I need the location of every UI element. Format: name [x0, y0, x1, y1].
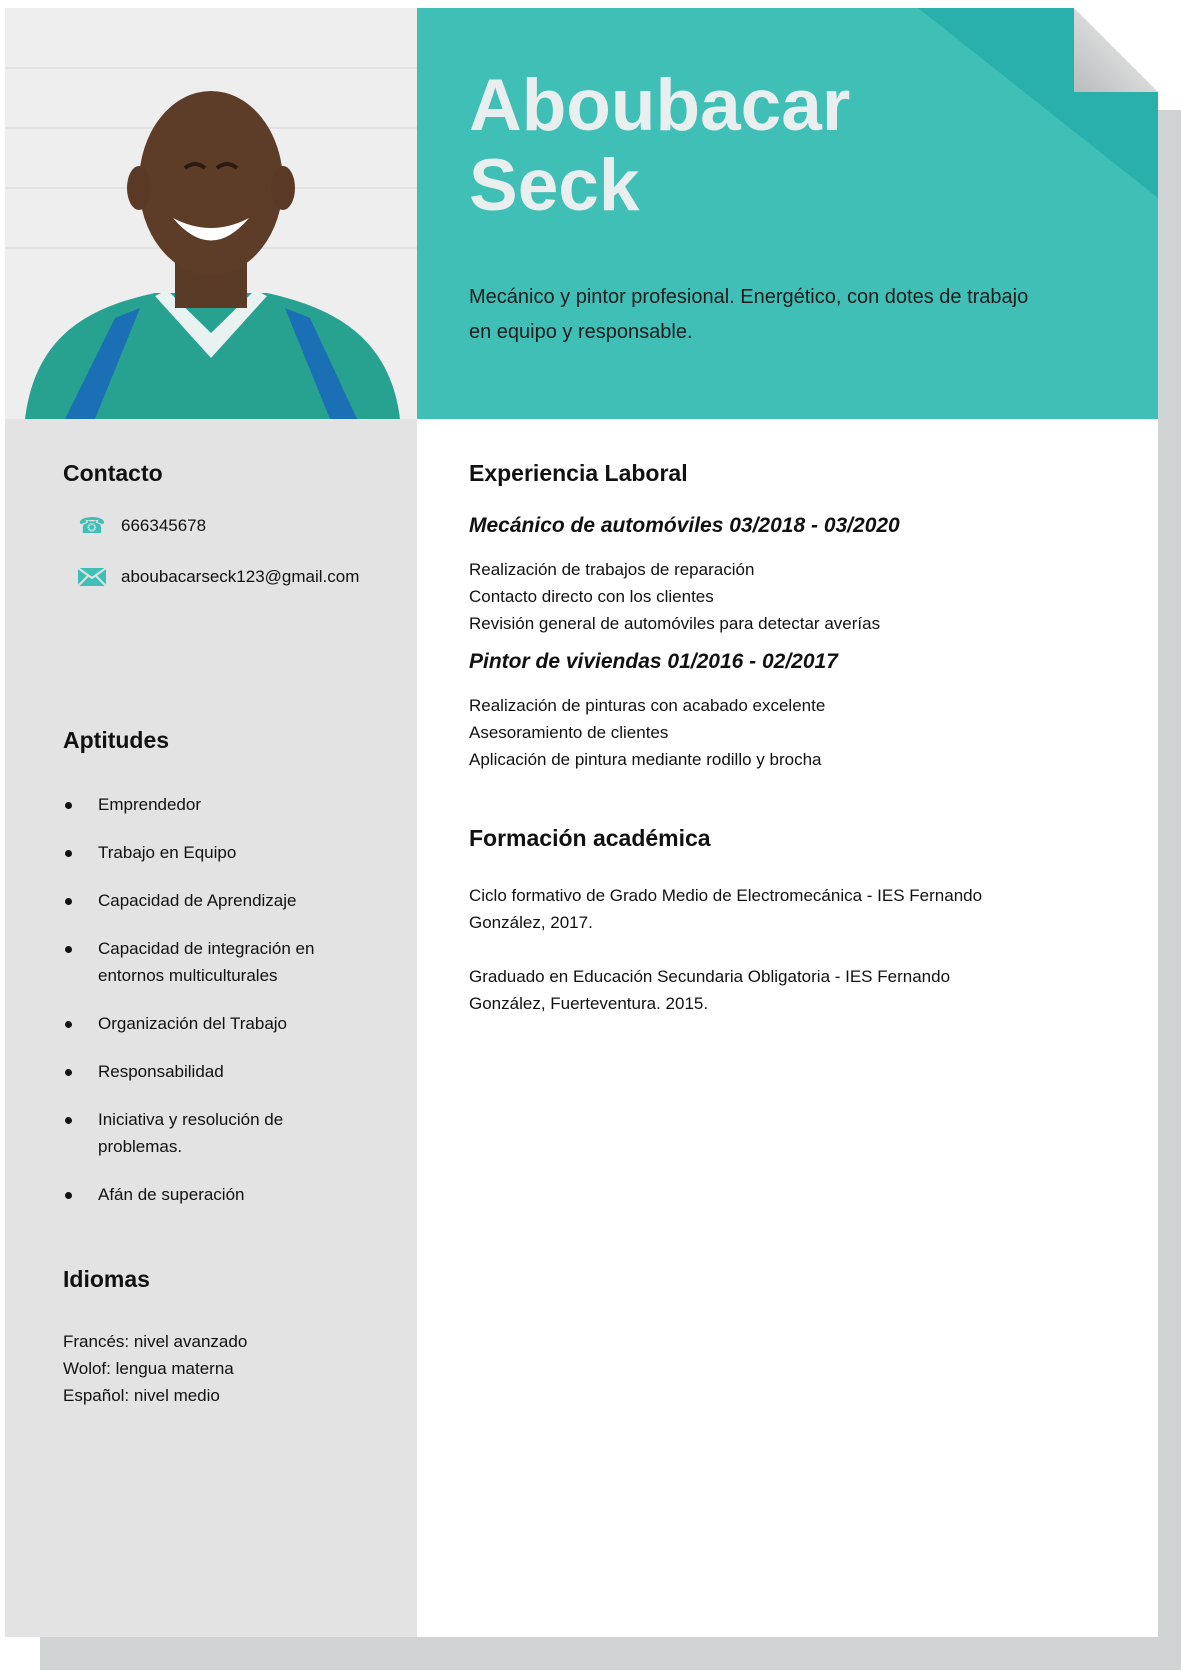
job-task: Realización de trabajos de reparación: [469, 560, 755, 579]
page-shadow-bottom: [40, 1637, 1181, 1670]
education-heading: Formación académica: [469, 825, 711, 851]
contact-phone-row: ☎ 666345678: [63, 513, 206, 539]
list-item: Capacidad de integración en entornos mul…: [63, 935, 323, 989]
candidate-name: Aboubacar Seck: [469, 66, 850, 226]
list-item: Organización del Trabajo: [63, 1010, 383, 1037]
contact-heading: Contacto: [63, 460, 163, 486]
email-address: aboubacarseck123@gmail.com: [121, 567, 360, 586]
list-item: Capacidad de Aprendizaje: [63, 887, 383, 914]
header-banner: Aboubacar Seck Mecánico y pintor profesi…: [417, 8, 1158, 419]
languages-list: Francés: nivel avanzado Wolof: lengua ma…: [63, 1328, 247, 1409]
job-title: Pintor de viviendas 01/2016 - 02/2017: [469, 650, 838, 673]
list-item: Emprendedor: [63, 791, 383, 818]
language-item: Francés: nivel avanzado: [63, 1332, 248, 1351]
envelope-icon: [63, 568, 121, 586]
language-item: Español: nivel medio: [63, 1386, 220, 1405]
job-title: Mecánico de automóviles 03/2018 - 03/202…: [469, 514, 900, 537]
resume-page: Contacto ☎ 666345678 aboubacarseck123@gm…: [5, 8, 1158, 1637]
last-name: Seck: [469, 145, 640, 226]
list-item: Trabajo en Equipo: [63, 839, 383, 866]
job-task: Realización de pinturas con acabado exce…: [469, 696, 826, 715]
list-item: Responsabilidad: [63, 1058, 383, 1085]
list-item: Iniciativa y resolución de problemas.: [63, 1106, 288, 1160]
languages-heading: Idiomas: [63, 1266, 150, 1292]
job-task: Aplicación de pintura mediante rodillo y…: [469, 750, 822, 769]
first-name: Aboubacar: [469, 65, 851, 146]
skills-list: Emprendedor Trabajo en Equipo Capacidad …: [63, 791, 383, 1229]
contact-email-row: aboubacarseck123@gmail.com: [63, 567, 359, 587]
job-task: Revisión general de automóviles para det…: [469, 614, 881, 633]
phone-number: 666345678: [121, 516, 207, 535]
experience-heading: Experiencia Laboral: [469, 460, 688, 486]
list-item: Afán de superación: [63, 1181, 383, 1208]
job-tasks: Realización de trabajos de reparación Co…: [469, 556, 880, 637]
skills-heading: Aptitudes: [63, 727, 170, 753]
page-shadow-right: [1158, 110, 1181, 1670]
profile-summary: Mecánico y pintor profesional. Energétic…: [469, 286, 1029, 343]
phone-icon: ☎: [78, 513, 106, 538]
profile-photo-illustration: [5, 8, 417, 419]
job-task: Asesoramiento de clientes: [469, 723, 669, 742]
job-tasks: Realización de pinturas con acabado exce…: [469, 692, 825, 773]
language-item: Wolof: lengua materna: [63, 1359, 234, 1378]
education-entry: Graduado en Educación Secundaria Obligat…: [469, 967, 951, 1013]
education-entry: Ciclo formativo de Grado Medio de Electr…: [469, 886, 983, 932]
profile-photo: [5, 8, 417, 419]
page-curl-icon: [1074, 8, 1158, 92]
sidebar: Contacto ☎ 666345678 aboubacarseck123@gm…: [5, 8, 417, 1637]
job-task: Contacto directo con los clientes: [469, 587, 714, 606]
